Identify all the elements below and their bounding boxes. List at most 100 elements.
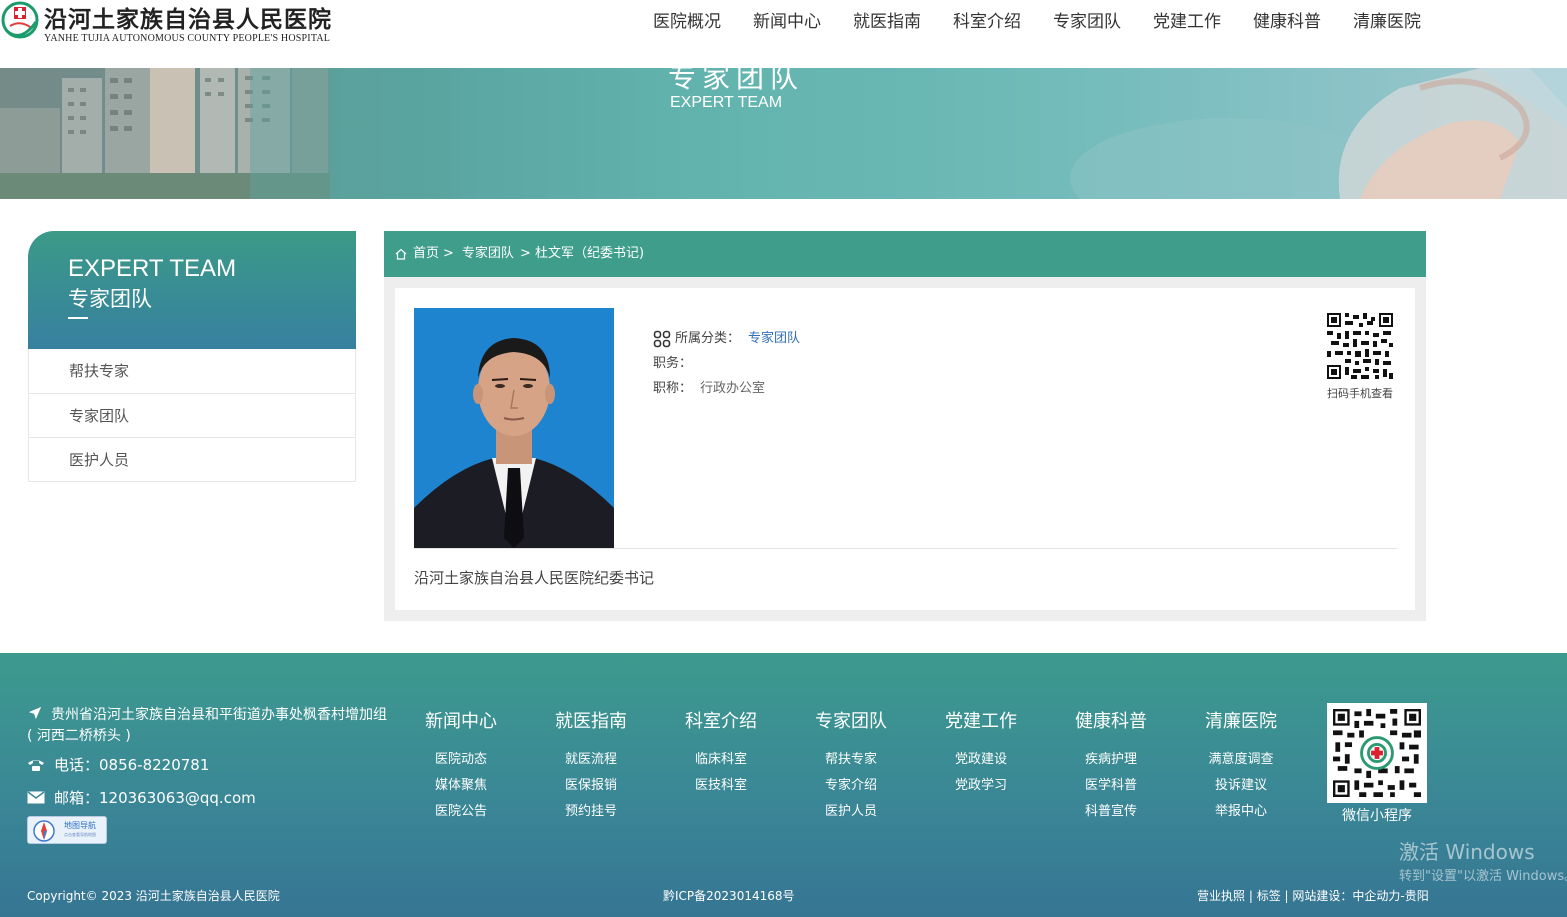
- footer-link[interactable]: 帮扶专家: [801, 751, 901, 777]
- sidebar-header: EXPERT TEAM 专家团队: [28, 231, 356, 349]
- footer-col-title[interactable]: 科室介绍: [671, 707, 771, 737]
- breadcrumb-expert-team[interactable]: 专家团队: [462, 232, 514, 276]
- title-label: 职称：: [653, 380, 693, 396]
- footer-col-title[interactable]: 专家团队: [801, 707, 901, 737]
- sidebar-menu: 帮扶专家 专家团队 医护人员: [28, 349, 356, 482]
- portrait-image: [414, 308, 614, 548]
- business-license-link[interactable]: 营业执照: [1197, 889, 1245, 903]
- nav-item-news[interactable]: 新闻中心: [737, 0, 837, 46]
- footer-address-text: 贵州省沿河土家族自治县和平街道办事处枫香村增加组( 河西二桥桥头 ): [27, 707, 387, 744]
- footer-link[interactable]: 就医流程: [541, 751, 641, 777]
- page-banner: 专家团队 EXPERT TEAM: [0, 68, 1567, 199]
- tags-link[interactable]: 标签: [1257, 889, 1281, 903]
- nav-item-party[interactable]: 党建工作: [1137, 0, 1237, 46]
- breadcrumb-separator: >: [443, 246, 454, 261]
- mobile-qr-block: 扫码手机查看: [1320, 313, 1400, 401]
- wechat-miniprogram-qr: [1327, 703, 1427, 803]
- icp-link[interactable]: 黔ICP备2023014168号: [663, 887, 795, 904]
- watermark-line2: 转到"设置"以激活 Windows。: [1399, 869, 1567, 884]
- footer-col-news: 新闻中心 医院动态 媒体聚焦 医院公告: [411, 707, 511, 829]
- duty-label: 职务：: [653, 355, 693, 371]
- mail-icon: [27, 791, 45, 804]
- footer-link[interactable]: 医院动态: [411, 751, 511, 777]
- compass-icon: [33, 820, 55, 842]
- footer-col-title[interactable]: 新闻中心: [411, 707, 511, 737]
- footer-email: 邮箱：120363063@qq.com: [27, 787, 256, 808]
- watermark-line1: 激活 Windows: [1399, 840, 1535, 864]
- profile-description: 沿河土家族自治县人民医院纪委书记: [414, 569, 655, 587]
- breadcrumb-home[interactable]: 首页: [413, 232, 439, 276]
- nav-item-experts[interactable]: 专家团队: [1037, 0, 1137, 46]
- footer-col-health: 健康科普 疾病护理 医学科普 科普宣传: [1061, 707, 1161, 829]
- category-link[interactable]: 专家团队: [748, 330, 800, 348]
- sidebar-item-expert-team[interactable]: 专家团队: [29, 393, 355, 437]
- profile-divider: [414, 548, 1397, 549]
- footer-col-departments: 科室介绍 临床科室 医技科室: [671, 707, 771, 803]
- sidebar-item-support-experts[interactable]: 帮扶专家: [29, 349, 355, 393]
- hospital-logo[interactable]: 沿河土家族自治县人民医院 YANHE TUJIA AUTONOMOUS COUN…: [0, 0, 331, 48]
- windows-activation-watermark: 激活 Windows 转到"设置"以激活 Windows。: [1399, 836, 1567, 884]
- map-navigation-sublabel: 点击查看导航地图: [64, 832, 96, 837]
- nav-item-integrity[interactable]: 清廉医院: [1337, 0, 1437, 46]
- footer-link[interactable]: 举报中心: [1191, 803, 1291, 829]
- map-navigation-label: 地图导航: [64, 821, 96, 830]
- sidebar-title-en: EXPERT TEAM: [68, 255, 237, 282]
- footer-link[interactable]: 医保报销: [541, 777, 641, 803]
- profile-panel: 所属分类： 专家团队 职务： 职称： 行政办公室 扫码手机查看 沿河土家族自治县…: [384, 277, 1426, 621]
- site-header: 沿河土家族自治县人民医院 YANHE TUJIA AUTONOMOUS COUN…: [0, 0, 1567, 68]
- footer-link[interactable]: 预约挂号: [541, 803, 641, 829]
- banner-subtitle: EXPERT TEAM: [670, 94, 783, 111]
- title-value: 行政办公室: [700, 380, 766, 396]
- map-navigation-button[interactable]: 地图导航 点击查看导航地图: [27, 816, 107, 844]
- duty-row: 职务：: [653, 351, 800, 376]
- footer-col-title[interactable]: 清廉医院: [1191, 707, 1291, 737]
- copyright-text: Copyright© 2023 沿河土家族自治县人民医院: [27, 889, 280, 903]
- footer-link[interactable]: 医院公告: [411, 803, 511, 829]
- breadcrumb-current: > 杜文军（纪委书记): [519, 246, 645, 261]
- wechat-miniprogram-label: 微信小程序: [1342, 808, 1412, 824]
- nav-item-departments[interactable]: 科室介绍: [937, 0, 1037, 46]
- logo-chinese-name: 沿河土家族自治县人民医院: [44, 6, 332, 33]
- footer-link[interactable]: 党政建设: [931, 751, 1031, 777]
- footer-col-title[interactable]: 健康科普: [1061, 707, 1161, 737]
- banner-title: 专家团队: [668, 68, 805, 94]
- sidebar-title-cn: 专家团队: [68, 287, 152, 311]
- link-separator: |: [1280, 889, 1293, 903]
- sidebar-item-medical-staff[interactable]: 医护人员: [29, 437, 355, 481]
- logo-english-name: YANHE TUJIA AUTONOMOUS COUNTY PEOPLE'S H…: [44, 33, 331, 44]
- footer-col-title[interactable]: 就医指南: [541, 707, 641, 737]
- location-arrow-icon: [28, 706, 42, 720]
- nav-item-guide[interactable]: 就医指南: [837, 0, 937, 46]
- breadcrumb: 首页 > 专家团队 > 杜文军（纪委书记): [384, 231, 1426, 277]
- footer-link[interactable]: 投诉建议: [1191, 777, 1291, 803]
- expert-photo: [414, 308, 614, 548]
- footer-link[interactable]: 医护人员: [801, 803, 901, 829]
- footer-link[interactable]: 临床科室: [671, 751, 771, 777]
- qr-code-icon: [1327, 313, 1393, 379]
- footer-phone: 电话：0856-8220781: [27, 754, 209, 775]
- site-builder-link[interactable]: 网站建设：中企动力-贵阳: [1292, 889, 1428, 903]
- phone-icon: [28, 759, 44, 771]
- footer-link[interactable]: 媒体聚焦: [411, 777, 511, 803]
- link-separator: |: [1245, 889, 1257, 903]
- footer-bottom-links: 营业执照 | 标签 | 网站建设：中企动力-贵阳: [1197, 887, 1429, 904]
- footer-link[interactable]: 科普宣传: [1061, 803, 1161, 829]
- footer-link[interactable]: 党政学习: [931, 777, 1031, 803]
- footer-email-text: 邮箱：120363063@qq.com: [54, 789, 256, 807]
- category-row: 所属分类： 专家团队: [653, 326, 800, 351]
- category-grid-icon: [653, 330, 671, 347]
- footer-link[interactable]: 专家介绍: [801, 777, 901, 803]
- qr-caption: 扫码手机查看: [1327, 387, 1393, 400]
- qr-code-icon: [1333, 709, 1421, 797]
- footer-col-experts: 专家团队 帮扶专家 专家介绍 医护人员: [801, 707, 901, 829]
- footer-bottom-bar: Copyright© 2023 沿河土家族自治县人民医院 黔ICP备202301…: [0, 887, 1567, 907]
- home-icon: [395, 248, 407, 260]
- footer-link[interactable]: 医学科普: [1061, 777, 1161, 803]
- hospital-emblem-icon: [1, 1, 39, 39]
- footer-col-title[interactable]: 党建工作: [931, 707, 1031, 737]
- nav-item-health[interactable]: 健康科普: [1237, 0, 1337, 46]
- footer-link[interactable]: 满意度调查: [1191, 751, 1291, 777]
- footer-link[interactable]: 医技科室: [671, 777, 771, 803]
- nav-item-overview[interactable]: 医院概况: [637, 0, 737, 46]
- footer-link[interactable]: 疾病护理: [1061, 751, 1161, 777]
